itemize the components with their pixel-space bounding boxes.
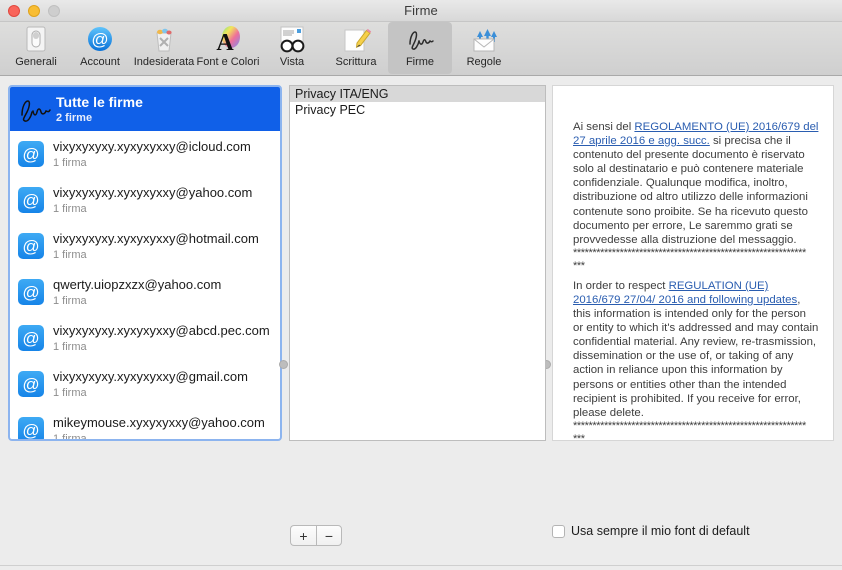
toolbar-item-label: Font e Colori — [196, 56, 260, 68]
at-sign-badge-icon: @ — [18, 371, 44, 397]
toolbar-item-label: Regole — [466, 56, 502, 68]
splitter-handle-left[interactable] — [279, 360, 288, 369]
pencil-note-icon — [340, 24, 372, 55]
accounts-list-row-name: qwerty.uiopzxzx@yahoo.com — [53, 276, 222, 292]
accounts-list-row-count: 1 firma — [53, 248, 87, 261]
use-default-font-checkbox[interactable] — [552, 524, 565, 538]
toolbar-item-label: Generali — [15, 56, 57, 68]
accounts-list-row[interactable]: @ vixyxyxyxy.xyxyxyxxy@gmail.com 1 firma — [10, 361, 280, 407]
accounts-list-row-count: 1 firma — [53, 202, 87, 215]
toolbar-item-label: Firme — [405, 56, 435, 68]
accounts-list-row-text: qwerty.uiopzxzx@yahoo.com 1 firma — [53, 277, 221, 308]
accounts-list[interactable]: Tutte le firme 2 firme @ vixyxyxyxy.xyxy… — [8, 85, 282, 441]
toolbar-item-font-e-colori[interactable]: A Font e Colori — [196, 22, 260, 74]
accounts-list-row-all[interactable]: Tutte le firme 2 firme — [10, 87, 280, 131]
at-sign-badge-icon: @ — [18, 233, 44, 259]
accounts-list-row[interactable]: @ vixyxyxyxy.xyxyxyxxy@yahoo.com 1 firma — [10, 177, 280, 223]
envelope-arrows-icon — [468, 24, 500, 55]
accounts-list-row[interactable]: @ vixyxyxyxy.xyxyxyxxy@abcd.pec.com 1 fi… — [10, 315, 280, 361]
signature-names-list[interactable]: Privacy ITA/ENG Privacy PEC — [289, 85, 546, 441]
toolbar-item-generali[interactable]: Generali — [4, 22, 68, 74]
toolbar-item-label: Vista — [279, 56, 305, 68]
preferences-window: Firme Generali @ Account Indesiderata A … — [0, 0, 842, 570]
use-default-font-row[interactable]: Usa sempre il mio font di default — [552, 524, 750, 538]
accounts-list-row-count: 1 firma — [53, 156, 87, 169]
font-color-icon: A — [212, 24, 244, 56]
svg-text:A: A — [216, 30, 234, 55]
accounts-list-row-name: Tutte le firme — [56, 93, 143, 110]
preview-separator: ****************************************… — [573, 419, 806, 432]
preview-eng-after: , this information is intended only for … — [573, 293, 819, 419]
accounts-list-row-name: vixyxyxyxy.xyxyxyxxy@icloud.com — [53, 138, 251, 154]
accounts-list-row-count: 1 firma — [53, 386, 87, 399]
accounts-list-row-name: vixyxyxyxy.xyxyxyxxy@yahoo.com — [53, 184, 253, 200]
accounts-list-row-count: 2 firme — [56, 111, 93, 124]
accounts-list-row-count: 1 firma — [53, 340, 87, 353]
toolbar-item-account[interactable]: @ Account — [68, 22, 132, 74]
accounts-list-row-count: 1 firma — [53, 432, 87, 441]
preview-separator: ****************************************… — [573, 246, 806, 259]
toolbar-item-vista[interactable]: Vista — [260, 22, 324, 74]
use-default-font-label: Usa sempre il mio font di default — [571, 524, 750, 538]
trash-icon — [148, 24, 180, 55]
accounts-list-row[interactable]: @ mikeymouse.xyxyxyxxy@yahoo.com 1 firma — [10, 407, 280, 441]
accounts-list-row-name: vixyxyxyxy.xyxyxyxxy@abcd.pec.com — [53, 322, 270, 338]
window-title: Firme — [404, 3, 438, 18]
preview-ita-after: si precisa che il contenuto del presente… — [573, 135, 808, 246]
signature-preview[interactable]: Ai sensi del REGOLAMENTO (UE) 2016/679 d… — [552, 85, 834, 441]
accounts-list-row-text: Tutte le firme 2 firme — [56, 94, 143, 125]
accounts-list-row-text: vixyxyxyxy.xyxyxyxxy@icloud.com 1 firma — [53, 139, 251, 170]
switch-icon — [20, 24, 52, 55]
toolbar-item-regole[interactable]: Regole — [452, 22, 516, 74]
at-sign-badge-icon: @ — [18, 141, 44, 167]
toolbar-item-label: Scrittura — [335, 56, 377, 68]
add-remove-group: + − — [290, 525, 342, 546]
at-sign-badge-icon: @ — [18, 279, 44, 305]
at-sign-badge-icon: @ — [18, 417, 44, 439]
preview-separator-short: *** — [573, 432, 585, 441]
remove-signature-button[interactable]: − — [316, 525, 342, 546]
preview-separator-short: *** — [573, 259, 585, 272]
preview-ita-before: Ai sensi del — [573, 121, 635, 133]
accounts-list-row-name: mikeymouse.xyxyxyxxy@yahoo.com — [53, 414, 265, 430]
content-area: Tutte le firme 2 firme @ vixyxyxyxy.xyxy… — [0, 76, 842, 570]
toolbar-item-scrittura[interactable]: Scrittura — [324, 22, 388, 74]
accounts-list-row-text: vixyxyxyxy.xyxyxyxxy@yahoo.com 1 firma — [53, 185, 252, 216]
accounts-list-row[interactable]: @ vixyxyxyxy.xyxyxyxxy@icloud.com 1 firm… — [10, 131, 280, 177]
accounts-list-row-text: mikeymouse.xyxyxyxxy@yahoo.com 1 firma — [53, 414, 265, 441]
accounts-list-row-count: 1 firma — [53, 294, 87, 307]
accounts-list-row[interactable]: @ vixyxyxyxy.xyxyxyxxy@hotmail.com 1 fir… — [10, 223, 280, 269]
accounts-list-row-name: vixyxyxyxy.xyxyxyxxy@hotmail.com — [53, 230, 259, 246]
toolbar-item-indesiderata[interactable]: Indesiderata — [132, 22, 196, 74]
signature-list-item[interactable]: Privacy ITA/ENG — [290, 86, 545, 102]
preview-eng-before: In order to respect — [573, 279, 669, 292]
toolbar-item-label: Account — [80, 56, 120, 68]
accounts-list-row-name: vixyxyxyxy.xyxyxyxxy@gmail.com — [53, 368, 248, 384]
preview-paragraph-eng: In order to respect REGULATION (UE) 2016… — [573, 279, 819, 420]
accounts-list-row-text: vixyxyxyxy.xyxyxyxxy@gmail.com 1 firma — [53, 369, 248, 400]
accounts-list-row-text: vixyxyxyxy.xyxyxyxxy@abcd.pec.com 1 firm… — [53, 323, 270, 354]
accounts-list-row-text: vixyxyxyxy.xyxyxyxxy@hotmail.com 1 firma — [53, 231, 259, 262]
svg-text:@: @ — [91, 30, 108, 49]
at-sign-icon: @ — [84, 24, 116, 55]
preferences-toolbar: Generali @ Account Indesiderata A Font e… — [0, 22, 842, 76]
at-sign-badge-icon: @ — [18, 325, 44, 351]
glasses-icon — [276, 24, 308, 55]
at-sign-badge-icon: @ — [18, 187, 44, 213]
title-bar: Firme — [0, 0, 842, 22]
add-signature-button[interactable]: + — [290, 525, 316, 546]
signature-list-item[interactable]: Privacy PEC — [290, 102, 545, 118]
bottom-divider — [0, 565, 842, 566]
toolbar-item-firme[interactable]: Firme — [388, 22, 452, 74]
toolbar-item-label: Indesiderata — [133, 56, 195, 68]
preview-paragraph-ita: Ai sensi del REGOLAMENTO (UE) 2016/679 d… — [573, 120, 819, 247]
accounts-list-row[interactable]: @ qwerty.uiopzxzx@yahoo.com 1 firma — [10, 269, 280, 315]
signature-icon — [18, 94, 52, 124]
signature-icon — [404, 24, 436, 55]
